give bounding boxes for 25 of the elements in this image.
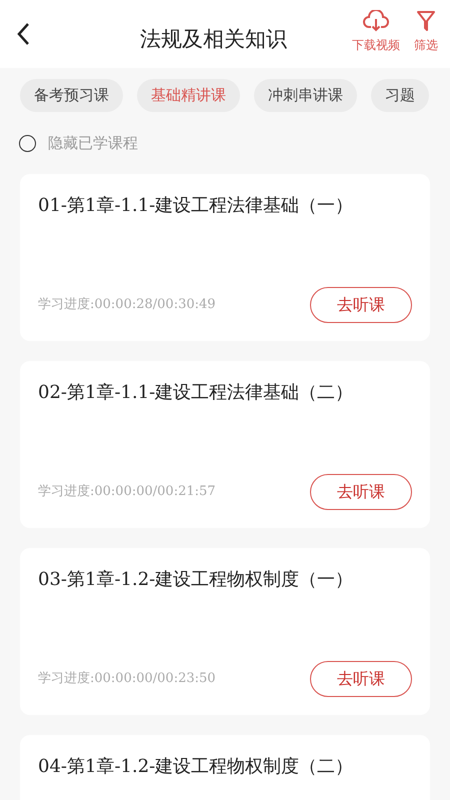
cloud-download-icon — [363, 10, 389, 32]
lesson-title: 02-第1章-1.1-建设工程法律基础（二） — [38, 380, 354, 404]
page-title: 法规及相关知识 — [140, 26, 287, 53]
lesson-title: 04-第1章-1.2-建设工程物权制度（二） — [38, 754, 354, 778]
back-icon — [16, 22, 30, 46]
download-video-button[interactable]: 下载视频 — [352, 10, 400, 54]
category-tab[interactable]: 习题 — [371, 79, 429, 112]
hide-learned-checkbox[interactable] — [19, 134, 36, 152]
filter-button[interactable]: 筛选 — [414, 10, 438, 54]
lesson-title: 03-第1章-1.2-建设工程物权制度（一） — [38, 568, 354, 592]
listen-button[interactable]: 去听课 — [310, 286, 412, 322]
progress-text: 学习进度:00:00:00/00:21:57 — [38, 482, 216, 501]
lesson-card[interactable]: 02-第1章-1.1-建设工程法律基础（二） 学习进度:00:00:00/00:21:57 去听课 — [20, 360, 430, 528]
lesson-title: 01-第1章-1.1-建设工程法律基础（一） — [38, 194, 354, 218]
listen-button[interactable]: 去听课 — [310, 474, 412, 510]
listen-button[interactable]: 去听课 — [310, 660, 412, 696]
lesson-card[interactable]: 03-第1章-1.2-建设工程物权制度（一） 学习进度:00:00:00/00:23:50 去听课 — [20, 548, 430, 714]
lesson-card[interactable]: 01-第1章-1.1-建设工程法律基础（一） 学习进度:00:00:28/00:30:49 去听课 — [20, 174, 430, 340]
progress-text: 学习进度:00:00:28/00:30:49 — [38, 296, 216, 314]
category-tab[interactable]: 备考预习课 — [20, 79, 123, 112]
lesson-card[interactable]: 04-第1章-1.2-建设工程物权制度（二） — [20, 734, 430, 800]
hide-learned-label: 隐藏已学课程 — [48, 133, 138, 154]
filter-icon — [416, 10, 436, 32]
progress-text: 学习进度:00:00:00/00:23:50 — [38, 670, 216, 688]
category-tab[interactable]: 冲刺串讲课 — [254, 79, 357, 112]
